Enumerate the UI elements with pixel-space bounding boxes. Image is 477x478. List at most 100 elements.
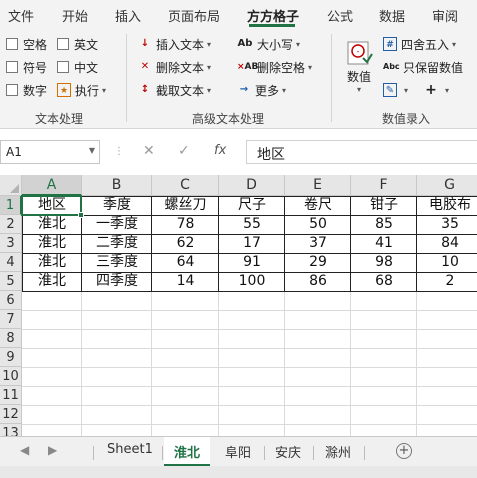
table-header-cell[interactable]: 尺子 xyxy=(219,196,285,215)
formula-input[interactable]: 地区 xyxy=(246,140,477,164)
add-button[interactable]: + ▾ xyxy=(424,81,449,99)
table-cell[interactable]: 17 xyxy=(219,234,285,253)
tab-page-layout[interactable]: 页面布局 xyxy=(168,6,220,25)
sheet-tab-chuzhou[interactable]: 滁州 xyxy=(325,442,351,461)
table-header-cell[interactable]: 卷尺 xyxy=(285,196,351,215)
delete-text-button[interactable]: ✕ 删除文本 ▾ xyxy=(138,58,211,76)
row-header-4[interactable]: 4 xyxy=(0,253,22,272)
table-cell[interactable]: 10 xyxy=(417,253,477,272)
row-header-7[interactable]: 7 xyxy=(0,310,22,329)
table-header-cell[interactable]: 季度 xyxy=(82,196,152,215)
tab-formulas[interactable]: 公式 xyxy=(327,6,353,25)
tab-review[interactable]: 审阅 xyxy=(432,6,458,25)
table-cell[interactable]: 14 xyxy=(152,272,219,291)
checkbox-number-label: 数字 xyxy=(23,83,48,98)
table-cell[interactable]: 98 xyxy=(351,253,417,272)
row-header-12[interactable]: 12 xyxy=(0,405,22,424)
table-cell[interactable]: 三季度 xyxy=(82,253,152,272)
name-box[interactable]: A1 ▼ xyxy=(0,140,100,164)
tab-fangfanggezi[interactable]: 方方格子 xyxy=(247,6,299,25)
tab-file[interactable]: 文件 xyxy=(8,6,34,25)
table-cell[interactable]: 85 xyxy=(351,215,417,234)
sheet-tab-huaibei[interactable]: 淮北 xyxy=(164,437,211,467)
value-button[interactable]: - 数值 ▾ xyxy=(341,34,377,100)
column-header-d[interactable]: D xyxy=(219,175,285,196)
table-cell[interactable]: 84 xyxy=(417,234,477,253)
row-header-13[interactable]: 13 xyxy=(0,424,22,436)
sheet-tab-fuyang[interactable]: 阜阳 xyxy=(225,442,251,461)
fill-handle[interactable] xyxy=(78,212,84,218)
column-header-f[interactable]: F xyxy=(351,175,417,196)
table-cell[interactable]: 二季度 xyxy=(82,234,152,253)
tab-data[interactable]: 数据 xyxy=(379,6,405,25)
table-cell[interactable]: 一季度 xyxy=(82,215,152,234)
tab-home[interactable]: 开始 xyxy=(62,6,88,25)
row-header-11[interactable]: 11 xyxy=(0,386,22,405)
extract-text-button[interactable]: ↕ 截取文本 ▾ xyxy=(138,81,211,99)
row-header-2[interactable]: 2 xyxy=(0,215,22,234)
table-cell[interactable]: 64 xyxy=(152,253,219,272)
function-icon[interactable]: fx xyxy=(214,143,226,158)
column-header-g[interactable]: G xyxy=(417,175,477,196)
keep-values-button[interactable]: Abc 只保留数值 xyxy=(383,58,463,76)
column-header-b[interactable]: B xyxy=(82,175,152,196)
table-cell[interactable]: 淮北 xyxy=(22,253,82,272)
edit-button[interactable]: ✎ ▾ xyxy=(383,81,408,99)
delete-spaces-button[interactable]: ×AB 删除空格 ▾ xyxy=(237,58,312,76)
case-label: 大小写 xyxy=(257,37,294,52)
table-cell[interactable]: 55 xyxy=(219,215,285,234)
sheet-tab-anqing[interactable]: 安庆 xyxy=(275,442,301,461)
next-sheet-icon[interactable]: ▶ xyxy=(48,443,57,457)
table-cell[interactable]: 四季度 xyxy=(82,272,152,291)
execute-button[interactable]: ★ 执行 ▾ xyxy=(57,81,106,99)
gridline xyxy=(22,329,477,330)
table-cell[interactable]: 35 xyxy=(417,215,477,234)
table-cell[interactable]: 2 xyxy=(417,272,477,291)
tab-insert[interactable]: 插入 xyxy=(115,6,141,25)
table-cell[interactable]: 41 xyxy=(351,234,417,253)
worksheet-grid[interactable]: A B C D E F G 1 2 3 4 5 6 7 8 9 10 11 12… xyxy=(0,175,477,436)
row-header-1[interactable]: 1 xyxy=(0,196,22,215)
round-button[interactable]: # 四舍五入 ▾ xyxy=(383,35,456,53)
case-button[interactable]: Ab 大小写 ▾ xyxy=(237,35,300,53)
more-button[interactable]: → 更多 ▾ xyxy=(237,81,286,99)
table-header-cell[interactable]: 螺丝刀 xyxy=(152,196,219,215)
checkbox-symbol[interactable]: 符号 xyxy=(6,58,47,76)
table-cell[interactable]: 91 xyxy=(219,253,285,272)
table-cell[interactable]: 78 xyxy=(152,215,219,234)
table-cell[interactable]: 淮北 xyxy=(22,272,82,291)
add-sheet-icon[interactable]: + xyxy=(396,443,412,459)
insert-text-button[interactable]: ↓ 插入文本 ▾ xyxy=(138,35,211,53)
row-header-6[interactable]: 6 xyxy=(0,291,22,310)
row-header-10[interactable]: 10 xyxy=(0,367,22,386)
checkbox-number[interactable]: 数字 xyxy=(6,81,47,99)
table-cell[interactable]: 29 xyxy=(285,253,351,272)
checkbox-space[interactable]: 空格 xyxy=(6,35,47,53)
prev-sheet-icon[interactable]: ◀ xyxy=(20,443,29,457)
table-cell[interactable]: 50 xyxy=(285,215,351,234)
checkbox-english[interactable]: 英文 xyxy=(57,35,98,53)
row-header-8[interactable]: 8 xyxy=(0,329,22,348)
column-header-e[interactable]: E xyxy=(285,175,351,196)
checkbox-chinese[interactable]: 中文 xyxy=(57,58,98,76)
table-cell[interactable]: 37 xyxy=(285,234,351,253)
column-header-a[interactable]: A xyxy=(22,175,82,196)
confirm-icon[interactable]: ✓ xyxy=(178,143,190,159)
round-label: 四舍五入 xyxy=(401,37,450,52)
table-cell[interactable]: 淮北 xyxy=(22,215,82,234)
table-cell[interactable]: 100 xyxy=(219,272,285,291)
sheet-tab-sheet1[interactable]: Sheet1 xyxy=(107,442,153,457)
select-all-corner[interactable] xyxy=(0,175,22,196)
row-header-9[interactable]: 9 xyxy=(0,348,22,367)
row-header-5[interactable]: 5 xyxy=(0,272,22,291)
table-cell[interactable]: 86 xyxy=(285,272,351,291)
cancel-icon[interactable]: ✕ xyxy=(143,143,155,159)
table-cell[interactable]: 62 xyxy=(152,234,219,253)
chevron-down-icon: ▾ xyxy=(356,85,361,94)
table-cell[interactable]: 68 xyxy=(351,272,417,291)
row-header-3[interactable]: 3 xyxy=(0,234,22,253)
table-header-cell[interactable]: 钳子 xyxy=(351,196,417,215)
table-header-cell[interactable]: 电胶布 xyxy=(417,196,477,215)
table-cell[interactable]: 淮北 xyxy=(22,234,82,253)
column-header-c[interactable]: C xyxy=(152,175,219,196)
